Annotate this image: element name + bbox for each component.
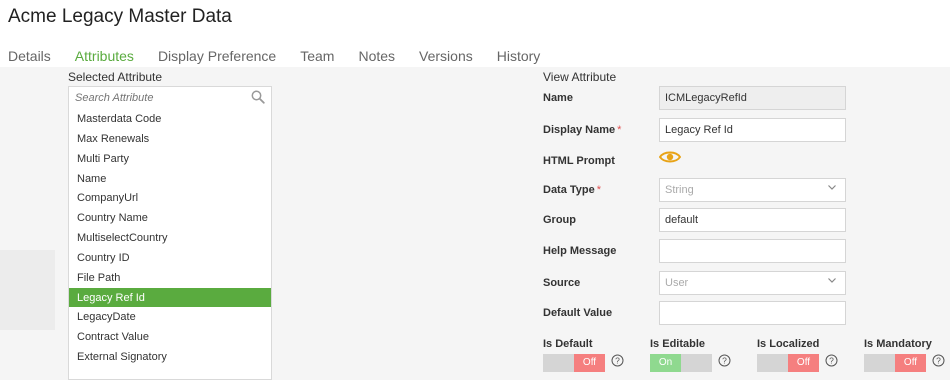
list-item[interactable]: File Path: [69, 268, 271, 288]
source-value: User: [665, 277, 689, 289]
toggle-off-text: Off: [895, 354, 926, 372]
is-mandatory-label: Is Mandatory: [864, 338, 932, 350]
toggle-left: [864, 354, 895, 372]
name-label: Name: [543, 92, 573, 104]
source-label: Source: [543, 277, 581, 289]
list-item[interactable]: CompanyUrl: [69, 188, 271, 208]
svg-text:?: ?: [615, 356, 620, 366]
svg-text:?: ?: [829, 356, 834, 366]
svg-text:?: ?: [936, 356, 941, 366]
display-name-label-text: Display Name: [543, 124, 616, 136]
tab-details[interactable]: Details: [8, 48, 51, 64]
help-icon[interactable]: ?: [718, 354, 731, 372]
list-item[interactable]: Country Name: [69, 208, 271, 228]
toggle-left: [543, 354, 574, 372]
list-item-selected[interactable]: Legacy Ref Id: [69, 287, 271, 308]
help-icon[interactable]: ?: [611, 354, 624, 372]
help-icon[interactable]: ?: [932, 354, 945, 372]
search-input[interactable]: [69, 87, 271, 109]
default-value-label: Default Value: [543, 307, 613, 319]
tab-versions[interactable]: Versions: [419, 48, 473, 64]
list-item[interactable]: Multi Party: [69, 149, 271, 169]
list-item[interactable]: Masterdata Code: [69, 109, 271, 129]
toggle-right: [681, 354, 712, 372]
help-icon[interactable]: ?: [825, 354, 838, 372]
list-item[interactable]: Contract Value: [69, 327, 271, 347]
is-localized-label: Is Localized: [757, 338, 820, 350]
group-label: Group: [543, 214, 576, 226]
tab-team[interactable]: Team: [300, 48, 334, 64]
list-item[interactable]: External Signatory: [69, 347, 271, 367]
list-item[interactable]: Name: [69, 169, 271, 189]
is-default-label: Is Default: [543, 338, 593, 350]
selected-attribute-title: Selected Attribute: [68, 70, 163, 84]
required-marker: *: [596, 184, 602, 196]
is-localized-toggle[interactable]: Off: [757, 354, 819, 372]
data-type-value: String: [665, 184, 694, 196]
left-shade: [0, 250, 55, 330]
search-bar: [69, 87, 271, 109]
tab-bar: Details Attributes Display Preference Te…: [8, 48, 564, 64]
is-editable-label: Is Editable: [650, 338, 706, 350]
group-field[interactable]: default: [659, 208, 846, 232]
list-item[interactable]: MultiselectCountry: [69, 228, 271, 248]
is-default-group: Is Default Off ?: [543, 338, 624, 372]
toggle-off-text: Off: [788, 354, 819, 372]
required-marker: *: [617, 124, 622, 136]
html-prompt-label: HTML Prompt: [543, 155, 615, 167]
search-icon[interactable]: [251, 90, 265, 109]
data-type-label: Data Type *: [543, 184, 601, 196]
help-message-field[interactable]: [659, 239, 846, 263]
toggle-on-text: On: [650, 354, 681, 372]
chevron-down-icon: [827, 275, 837, 288]
source-select[interactable]: User: [659, 271, 846, 295]
list-item[interactable]: Max Renewals: [69, 129, 271, 149]
toggle-left: [757, 354, 788, 372]
display-name-label: Display Name *: [543, 124, 621, 136]
tab-display-preference[interactable]: Display Preference: [158, 48, 276, 64]
eye-icon[interactable]: [658, 150, 682, 169]
svg-text:?: ?: [722, 356, 727, 366]
data-type-select[interactable]: String: [659, 178, 846, 202]
is-editable-group: Is Editable On ?: [650, 338, 731, 372]
data-type-label-text: Data Type: [543, 184, 595, 196]
name-field: ICMLegacyRefId: [659, 86, 846, 110]
is-editable-toggle[interactable]: On: [650, 354, 712, 372]
display-name-field[interactable]: Legacy Ref Id: [659, 118, 846, 142]
attribute-list-panel: Masterdata Code Max Renewals Multi Party…: [68, 86, 272, 380]
toggle-off-text: Off: [574, 354, 605, 372]
is-mandatory-group: Is Mandatory Off ?: [864, 338, 945, 372]
tab-history[interactable]: History: [497, 48, 541, 64]
tab-notes[interactable]: Notes: [358, 48, 395, 64]
list-item[interactable]: LegacyDate: [69, 307, 271, 327]
is-localized-group: Is Localized Off ?: [757, 338, 838, 372]
list-item[interactable]: Country ID: [69, 248, 271, 268]
help-message-label: Help Message: [543, 245, 617, 257]
view-attribute-title: View Attribute: [543, 70, 617, 84]
chevron-down-icon: [827, 182, 837, 195]
default-value-field[interactable]: [659, 301, 846, 325]
is-default-toggle[interactable]: Off: [543, 354, 605, 372]
tab-attributes[interactable]: Attributes: [75, 48, 134, 64]
page: Acme Legacy Master Data Details Attribut…: [0, 0, 950, 380]
attribute-list: Masterdata Code Max Renewals Multi Party…: [69, 109, 271, 367]
is-mandatory-toggle[interactable]: Off: [864, 354, 926, 372]
page-title: Acme Legacy Master Data: [8, 6, 232, 27]
